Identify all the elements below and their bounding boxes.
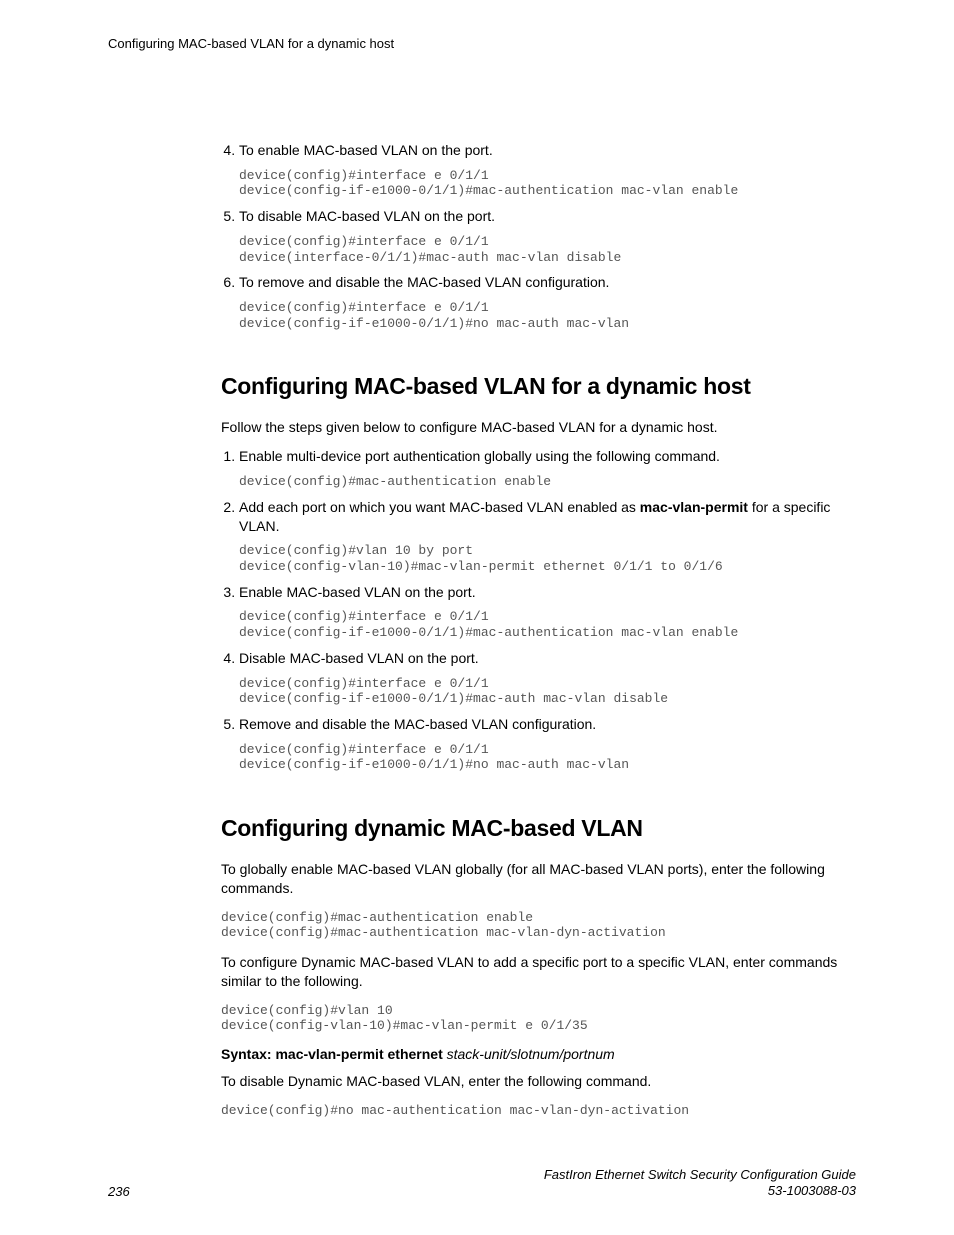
step-text: Remove and disable the MAC-based VLAN co… (239, 716, 596, 732)
step-1: Enable multi-device port authentication … (239, 447, 856, 489)
step-text: Enable MAC-based VLAN on the port. (239, 584, 476, 600)
footer-title: FastIron Ethernet Switch Security Config… (544, 1167, 856, 1183)
step-5b: Remove and disable the MAC-based VLAN co… (239, 715, 856, 773)
code-block: device(config)#mac-authentication enable (239, 474, 856, 490)
syntax-italic: stack-unit/slotnum/portnum (443, 1046, 615, 1062)
page: Configuring MAC-based VLAN for a dynamic… (0, 0, 954, 1235)
content-area: To enable MAC-based VLAN on the port. de… (221, 141, 856, 1118)
code-block: device(config)#interface e 0/1/1 device(… (239, 300, 856, 331)
footer-docnum: 53-1003088-03 (544, 1183, 856, 1199)
code-block: device(config)#interface e 0/1/1 device(… (239, 742, 856, 773)
section3-para2: To configure Dynamic MAC-based VLAN to a… (221, 953, 856, 991)
code-block: device(config)#interface e 0/1/1 device(… (239, 168, 856, 199)
section3-heading: Configuring dynamic MAC-based VLAN (221, 815, 856, 842)
footer-right: FastIron Ethernet Switch Security Config… (544, 1167, 856, 1200)
step-4: To enable MAC-based VLAN on the port. de… (239, 141, 856, 199)
code-block: device(config)#interface e 0/1/1 device(… (239, 676, 856, 707)
section1-steps: To enable MAC-based VLAN on the port. de… (221, 141, 856, 331)
code-block: device(config)#no mac-authentication mac… (221, 1103, 856, 1119)
step-text: To remove and disable the MAC-based VLAN… (239, 274, 609, 290)
step-text: To enable MAC-based VLAN on the port. (239, 142, 493, 158)
code-block: device(config)#mac-authentication enable… (221, 910, 856, 941)
step-3: Enable MAC-based VLAN on the port. devic… (239, 583, 856, 641)
code-block: device(config)#vlan 10 device(config-vla… (221, 1003, 856, 1034)
section2-heading: Configuring MAC-based VLAN for a dynamic… (221, 373, 856, 400)
step-2: Add each port on which you want MAC-base… (239, 498, 856, 575)
step-4b: Disable MAC-based VLAN on the port. devi… (239, 649, 856, 707)
code-block: device(config)#interface e 0/1/1 device(… (239, 234, 856, 265)
step-bold: mac-vlan-permit (640, 499, 748, 515)
step-5: To disable MAC-based VLAN on the port. d… (239, 207, 856, 265)
step-6: To remove and disable the MAC-based VLAN… (239, 273, 856, 331)
syntax-line: Syntax: mac-vlan-permit ethernet stack-u… (221, 1046, 856, 1062)
page-number: 236 (108, 1184, 130, 1199)
running-head: Configuring MAC-based VLAN for a dynamic… (108, 36, 856, 51)
section3-para1: To globally enable MAC-based VLAN global… (221, 860, 856, 898)
section3-para3: To disable Dynamic MAC-based VLAN, enter… (221, 1072, 856, 1091)
step-text-pre: Add each port on which you want MAC-base… (239, 499, 640, 515)
footer: 236 FastIron Ethernet Switch Security Co… (108, 1167, 856, 1200)
step-text: Disable MAC-based VLAN on the port. (239, 650, 479, 666)
syntax-bold: Syntax: mac-vlan-permit ethernet (221, 1046, 443, 1062)
section2-intro: Follow the steps given below to configur… (221, 418, 856, 437)
section2-steps: Enable multi-device port authentication … (221, 447, 856, 773)
step-text: To disable MAC-based VLAN on the port. (239, 208, 495, 224)
code-block: device(config)#vlan 10 by port device(co… (239, 543, 856, 574)
step-text: Enable multi-device port authentication … (239, 448, 720, 464)
code-block: device(config)#interface e 0/1/1 device(… (239, 609, 856, 640)
